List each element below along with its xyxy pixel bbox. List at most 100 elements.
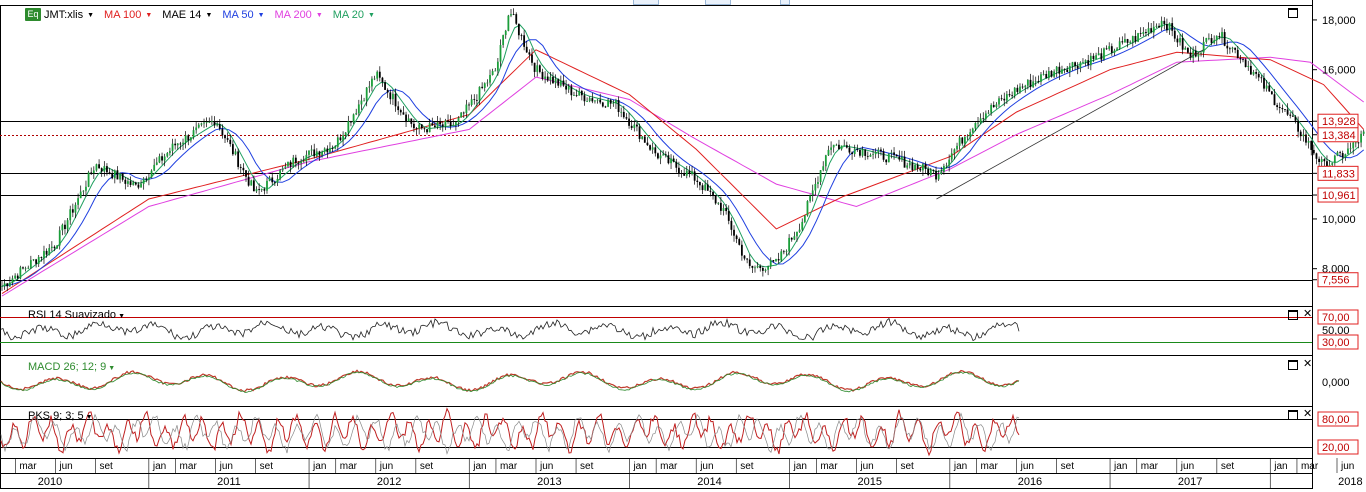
candle-body <box>882 151 885 160</box>
maximize-main-icon[interactable] <box>1288 8 1298 18</box>
candle-body <box>761 267 764 271</box>
candle-body <box>557 79 560 86</box>
candle-body <box>77 198 79 205</box>
candle-body <box>360 100 363 105</box>
price-chart[interactable]: 70,0050,0030,00 0,000 80,0020,00 18,0001… <box>0 0 1366 492</box>
candle-body <box>1270 91 1273 95</box>
month-label: set <box>740 461 754 472</box>
candle-body <box>785 251 788 253</box>
legend-ma50[interactable]: MA 50 ▼ <box>222 9 264 21</box>
candle-body <box>523 35 526 47</box>
candle-body <box>1105 48 1108 50</box>
price-tick-label: 16,000 <box>1322 65 1356 77</box>
candle-body <box>1079 62 1082 69</box>
candle-body <box>1362 131 1365 134</box>
candle-body <box>845 145 848 148</box>
candle-body <box>641 136 644 139</box>
candle-body <box>738 239 741 245</box>
candle-body <box>92 170 95 174</box>
candle-body <box>418 124 421 129</box>
candle-body <box>735 235 738 240</box>
legend-symbol[interactable]: JMT:xlis ▼ <box>44 9 94 21</box>
rsi-label[interactable]: RSI 14 Suavizado ▼ <box>28 309 125 321</box>
candle-body <box>82 190 85 192</box>
candle-body <box>790 237 793 240</box>
chevron-down-icon: ▼ <box>118 313 125 320</box>
candle-body <box>919 168 922 171</box>
month-label: jan <box>632 461 646 472</box>
month-label: mar <box>820 461 838 472</box>
candle-body <box>817 182 819 184</box>
candle-body <box>780 251 783 261</box>
pks-label[interactable]: PKS 9; 3; 5 ▼ <box>28 410 93 422</box>
equity-icon: Eq <box>25 8 41 21</box>
candle-body <box>1160 20 1163 28</box>
candle-body <box>334 146 337 149</box>
month-label: mar <box>660 461 678 472</box>
candle-body <box>520 35 523 37</box>
candle-body <box>176 143 179 146</box>
candle-body <box>336 137 339 147</box>
candle-body <box>633 124 636 129</box>
candle-body <box>1050 70 1053 77</box>
candle-body <box>1124 39 1126 43</box>
candle-body <box>1008 94 1011 96</box>
candle-body <box>546 76 549 81</box>
candle-body <box>769 260 772 267</box>
candle-body <box>743 255 746 259</box>
candle-body <box>643 136 646 143</box>
legend-ma20[interactable]: MA 20 ▼ <box>333 9 375 21</box>
chevron-down-icon: ▼ <box>315 11 323 19</box>
legend-ma200[interactable]: MA 200 ▼ <box>275 9 323 21</box>
toolbar-stub-2[interactable] <box>705 0 731 5</box>
maximize-rsi-icon[interactable] <box>1288 310 1298 320</box>
candle-body <box>352 114 355 123</box>
candle-body <box>620 111 623 113</box>
candle-body <box>1268 85 1271 92</box>
candle-body <box>832 144 835 148</box>
rsi-panel: 70,0050,0030,00 <box>0 309 1359 350</box>
candle-body <box>1184 47 1187 50</box>
candle-body <box>948 159 951 166</box>
candle-body <box>64 224 66 230</box>
candle-body <box>1221 32 1223 38</box>
candle-body <box>1320 159 1323 163</box>
candle-body <box>250 180 253 186</box>
candle-body <box>683 173 686 176</box>
candle-body <box>1291 115 1294 117</box>
candle-body <box>313 149 316 157</box>
month-label: jun <box>1020 461 1034 472</box>
candle-body <box>1294 116 1297 121</box>
candle-body <box>1192 50 1195 59</box>
candle-body <box>163 156 166 161</box>
month-label: jan <box>793 461 807 472</box>
candle-body <box>793 236 796 240</box>
legend-ma100[interactable]: MA 100 ▼ <box>104 9 152 21</box>
toolbar-stub-3[interactable] <box>780 0 790 5</box>
candle-body <box>725 208 728 212</box>
candle-body <box>1139 33 1142 34</box>
candle-body <box>205 122 208 124</box>
toolbar-stub-1[interactable] <box>633 0 659 5</box>
candle-body <box>43 250 45 258</box>
close-macd-icon[interactable]: ✕ <box>1303 359 1312 370</box>
ma50-line <box>1 28 1365 287</box>
candle-body <box>357 104 360 114</box>
legend-mae14[interactable]: MAE 14 ▼ <box>162 9 212 21</box>
candle-body <box>772 260 775 262</box>
candle-body <box>922 164 924 171</box>
month-label: set <box>1221 461 1235 472</box>
macd-label[interactable]: MACD 26; 12; 9 ▼ <box>28 361 115 373</box>
candle-body <box>436 122 439 128</box>
candle-body <box>1213 40 1216 43</box>
candle-body <box>1040 74 1042 82</box>
maximize-pks-icon[interactable] <box>1288 410 1298 420</box>
close-rsi-icon[interactable]: ✕ <box>1303 309 1312 320</box>
candle-body <box>1297 120 1300 132</box>
candle-body <box>119 173 121 180</box>
candle-body <box>822 166 825 171</box>
candle-body <box>843 145 846 147</box>
candle-body <box>182 142 184 144</box>
close-pks-icon[interactable]: ✕ <box>1303 409 1312 420</box>
maximize-macd-icon[interactable] <box>1288 360 1298 370</box>
